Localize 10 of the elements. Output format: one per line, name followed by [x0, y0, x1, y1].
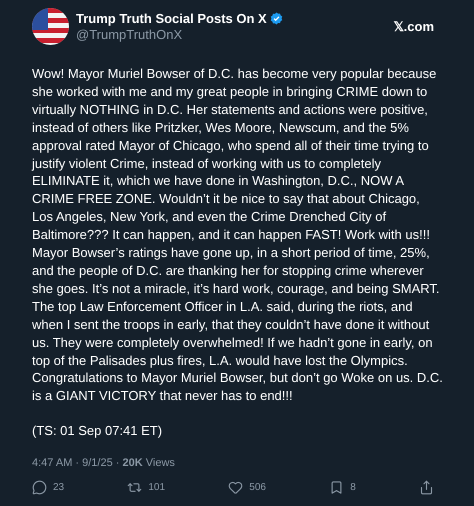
- post-meta: 4:47 AM · 9/1/25 · 20K Views: [32, 457, 175, 470]
- action-count: 23: [53, 481, 64, 496]
- action-count: 101: [148, 481, 166, 496]
- post-text: (TS: 01 Sep 07:41 ET): [32, 422, 164, 440]
- action-count: 8: [350, 481, 356, 496]
- author-handle[interactable]: @TrumpTruthOnX: [76, 26, 283, 42]
- author-name[interactable]: Trump Truth Social Posts On X: [76, 10, 267, 26]
- source-label: 𝕏.com: [394, 18, 434, 36]
- post-text: Wow! Mayor Muriel Bowser of D.C. has become very popular because she worked with me and my great people in bringing CRIME down to virtually NOTHING in D.C. Her statements and actions were positive, instead of others like Pritzker, Wes Moore, Newscum, and the 5% approval rated Mayor of Chicago, who spend all of their time trying to justify violent Crime, instead of working with us to completely ELIMINATE it, which we have done in Washington, D.C., NOW A CRIME FREE ZONE. Wouldn’t it be nice to say that about Chicago, Los Angeles, New York, and even the Crime Drenched City of Baltimore??? It can happen, and it can happen FAST! Work with us!!! Mayor Bowser’s ratings have gone up, in a short period of time, 25%, and the people of D.C. are thanking her for stopping crime wherever she goes. It’s not a miracle, it’s hard work, courage, and being SMART. The top Law Enforcement Officer in L.A. said, during the riots, and when I sent the troops in early, that they couldn’t have done it without us. They were completely overwhelmed! If we hadn’t gone in early, on top of the Palisades plus fires, L.A. would have lost the Olympics. Congratulations to Mayor Muriel Bowser, but don’t go Woke on us. D.C. is a GIANT VICTORY that never has to end!!!: [32, 65, 444, 406]
- action-count: 506: [249, 481, 266, 496]
